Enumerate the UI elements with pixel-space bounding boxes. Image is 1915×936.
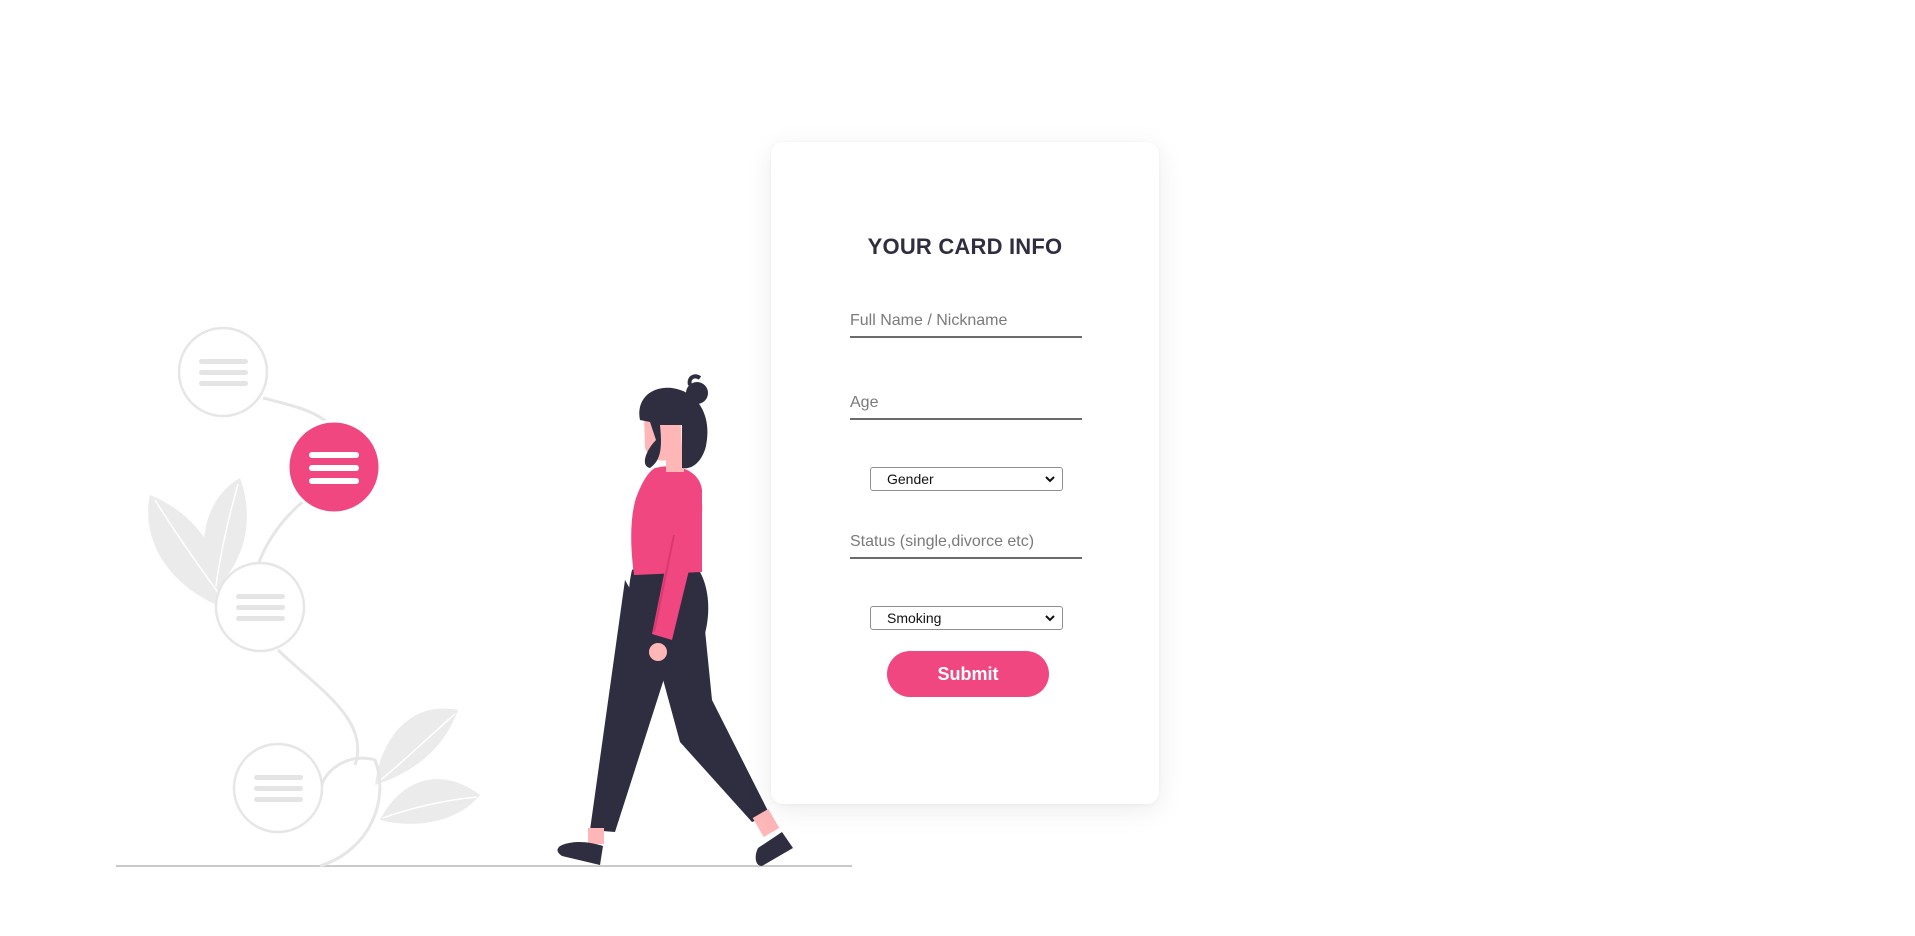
smoking-select[interactable]: Smoking [870, 606, 1063, 630]
chevron-down-icon [1045, 615, 1055, 622]
menu-node-2 [214, 561, 306, 653]
gender-select-value: Gender [887, 471, 934, 487]
gender-select[interactable]: Gender [870, 467, 1063, 491]
smoking-select-value: Smoking [887, 610, 942, 626]
menu-node-1 [177, 326, 269, 418]
page: YOUR CARD INFO Gender Smoking Submit [0, 0, 1915, 936]
woman-figure [557, 374, 793, 866]
submit-button[interactable]: Submit [887, 651, 1049, 697]
full-name-input[interactable] [850, 308, 1082, 338]
card-info-form: YOUR CARD INFO Gender Smoking Submit [771, 142, 1159, 804]
age-input[interactable] [850, 390, 1082, 420]
menu-node-3 [232, 742, 324, 834]
chevron-down-icon [1045, 476, 1055, 483]
status-input[interactable] [850, 529, 1082, 559]
form-title: YOUR CARD INFO [867, 234, 1063, 259]
menu-node-active [286, 419, 382, 515]
